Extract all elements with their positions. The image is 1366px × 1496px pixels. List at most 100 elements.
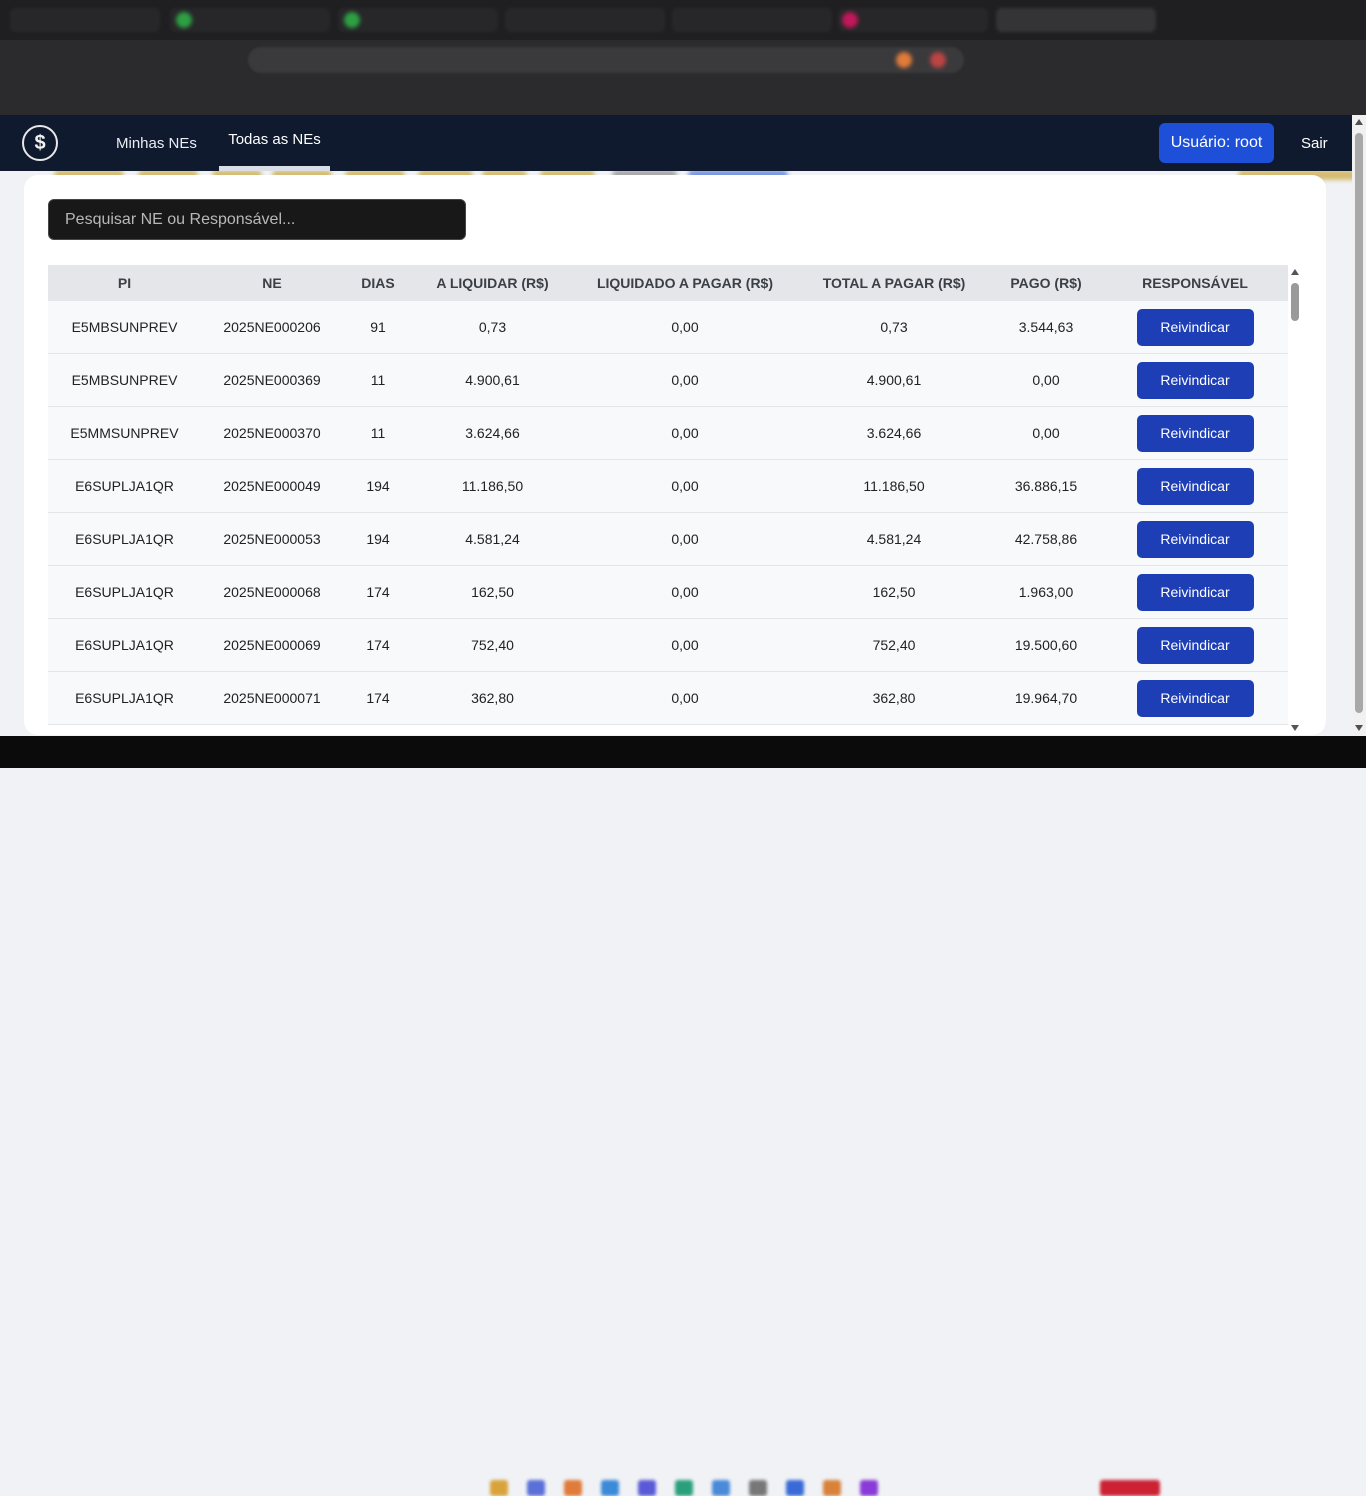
reivindicar-button[interactable]: Reivindicar [1136,573,1254,611]
reivindicar-button[interactable]: Reivindicar [1136,679,1254,717]
reivindicar-button[interactable]: Reivindicar [1136,467,1254,505]
cell-total-a-pagar: 4.581,24 [798,512,990,566]
browser-tab[interactable] [10,8,160,32]
cell-responsavel: Reivindicar [1102,459,1288,513]
cell-a-liquidar: 752,40 [413,618,572,672]
cell-a-liquidar: 0,73 [413,301,572,354]
tab-todas-nes-label: Todas as NEs [228,130,321,148]
page-scrollbar-thumb[interactable] [1355,133,1363,713]
browser-tab[interactable] [505,8,665,32]
cell-responsavel: Reivindicar [1102,301,1288,354]
scroll-down-arrow-icon[interactable] [1355,725,1363,731]
cell-responsavel: Reivindicar [1102,512,1288,566]
taskbar-app-icon[interactable] [564,1480,582,1496]
cell-pi: E5MBSUNPREV [48,301,201,354]
tab-todas-nes[interactable]: Todas as NEs [219,115,330,171]
table-scrollbar[interactable] [1289,265,1301,735]
reivindicar-button[interactable]: Reivindicar [1136,626,1254,664]
cell-pago: 42.758,86 [990,512,1102,566]
cell-a-liquidar: 362,80 [413,671,572,725]
browser-tab[interactable] [838,8,988,32]
taskbar-app-icon[interactable] [749,1480,767,1496]
taskbar-app-icon[interactable] [860,1480,878,1496]
cell-ne: 2025NE000053 [201,512,343,566]
user-button[interactable]: Usuário: root [1159,123,1274,163]
cell-a-liquidar: 4.900,61 [413,353,572,407]
cell-ne: 2025NE000068 [201,565,343,619]
reivindicar-button[interactable]: Reivindicar [1136,520,1254,558]
cell-dias: 91 [343,301,413,354]
cell-liquidado-a-pagar: 0,00 [572,459,798,513]
browser-tab[interactable] [672,8,832,32]
scroll-up-arrow-icon[interactable] [1291,269,1299,275]
cell-total-a-pagar: 362,80 [798,671,990,725]
search-input[interactable] [48,199,466,240]
main-card: PINEDIASA LIQUIDAR (R$)LIQUIDADO A PAGAR… [24,175,1326,735]
cell-liquidado-a-pagar: 0,00 [572,512,798,566]
cell-ne: 2025NE000206 [201,301,343,354]
tab-minhas-nes[interactable]: Minhas NEs [116,115,197,171]
cell-responsavel: Reivindicar [1102,353,1288,407]
reivindicar-button[interactable]: Reivindicar [1136,308,1254,346]
extension-icon[interactable] [896,52,912,68]
taskbar-app-icon[interactable] [527,1480,545,1496]
cell-ne: 2025NE000071 [201,671,343,725]
browser-chrome [0,0,1366,180]
cell-dias: 174 [343,618,413,672]
cell-ne: 2025NE000069 [201,618,343,672]
cell-liquidado-a-pagar: 0,00 [572,671,798,725]
col-header-dias: DIAS [343,265,413,301]
cell-a-liquidar: 162,50 [413,565,572,619]
cell-total-a-pagar: 0,73 [798,301,990,354]
reivindicar-button[interactable]: Reivindicar [1136,361,1254,399]
cell-responsavel: Reivindicar [1102,671,1288,725]
bookmarks-bar [0,80,1366,180]
cell-pi: E6SUPLJA1QR [48,618,201,672]
cell-pago: 0,00 [990,353,1102,407]
cell-pi: E6SUPLJA1QR [48,459,201,513]
taskbar-app-icon[interactable] [490,1480,508,1496]
taskbar-app-icon[interactable] [712,1480,730,1496]
dollar-sign-logo-icon[interactable]: $ [22,125,58,161]
table-row: E5MMSUNPREV 2025NE000370 11 3.624,66 0,00 3.6… [48,406,1288,460]
tab-favicon-icon [176,12,192,28]
taskbar-app-icon[interactable] [786,1480,804,1496]
cell-liquidado-a-pagar: 0,00 [572,618,798,672]
col-header-total-a-pagar: TOTAL A PAGAR (R$) [798,265,990,301]
reivindicar-button[interactable]: Reivindicar [1136,414,1254,452]
cell-liquidado-a-pagar: 0,00 [572,565,798,619]
system-tray[interactable] [1100,1480,1160,1496]
browser-tab-active[interactable] [996,8,1156,32]
cell-pi: E6SUPLJA1QR [48,565,201,619]
cell-total-a-pagar: 3.624,66 [798,406,990,460]
col-header-a-liquidar: A LIQUIDAR (R$) [413,265,572,301]
address-bar[interactable] [248,47,964,73]
cell-liquidado-a-pagar: 0,00 [572,406,798,460]
cell-ne: 2025NE000369 [201,353,343,407]
taskbar-app-icon[interactable] [638,1480,656,1496]
table-scrollbar-thumb[interactable] [1291,283,1299,321]
col-header-liquidado-a-pagar: LIQUIDADO A PAGAR (R$) [572,265,798,301]
cell-pi: E6SUPLJA1QR [48,512,201,566]
cell-total-a-pagar: 752,40 [798,618,990,672]
active-tab-indicator [219,166,330,171]
scroll-down-arrow-icon[interactable] [1291,725,1299,731]
cell-dias: 194 [343,459,413,513]
logout-link[interactable]: Sair [1301,115,1328,171]
cell-pago: 36.886,15 [990,459,1102,513]
page-scrollbar[interactable] [1352,115,1366,735]
cell-ne: 2025NE000370 [201,406,343,460]
table-row: E6SUPLJA1QR 2025NE000053 194 4.581,24 0,00 4.… [48,512,1288,566]
extension-icon[interactable] [930,52,946,68]
cell-pago: 1.963,00 [990,565,1102,619]
taskbar-app-icon[interactable] [675,1480,693,1496]
cell-pago: 19.964,70 [990,671,1102,725]
tab-favicon-icon [842,12,858,28]
taskbar-app-icon[interactable] [823,1480,841,1496]
taskbar-app-icon[interactable] [601,1480,619,1496]
scroll-up-arrow-icon[interactable] [1355,119,1363,125]
cell-pi: E5MMSUNPREV [48,406,201,460]
cell-total-a-pagar: 11.186,50 [798,459,990,513]
browser-tab[interactable] [338,8,498,32]
browser-tab[interactable] [170,8,330,32]
